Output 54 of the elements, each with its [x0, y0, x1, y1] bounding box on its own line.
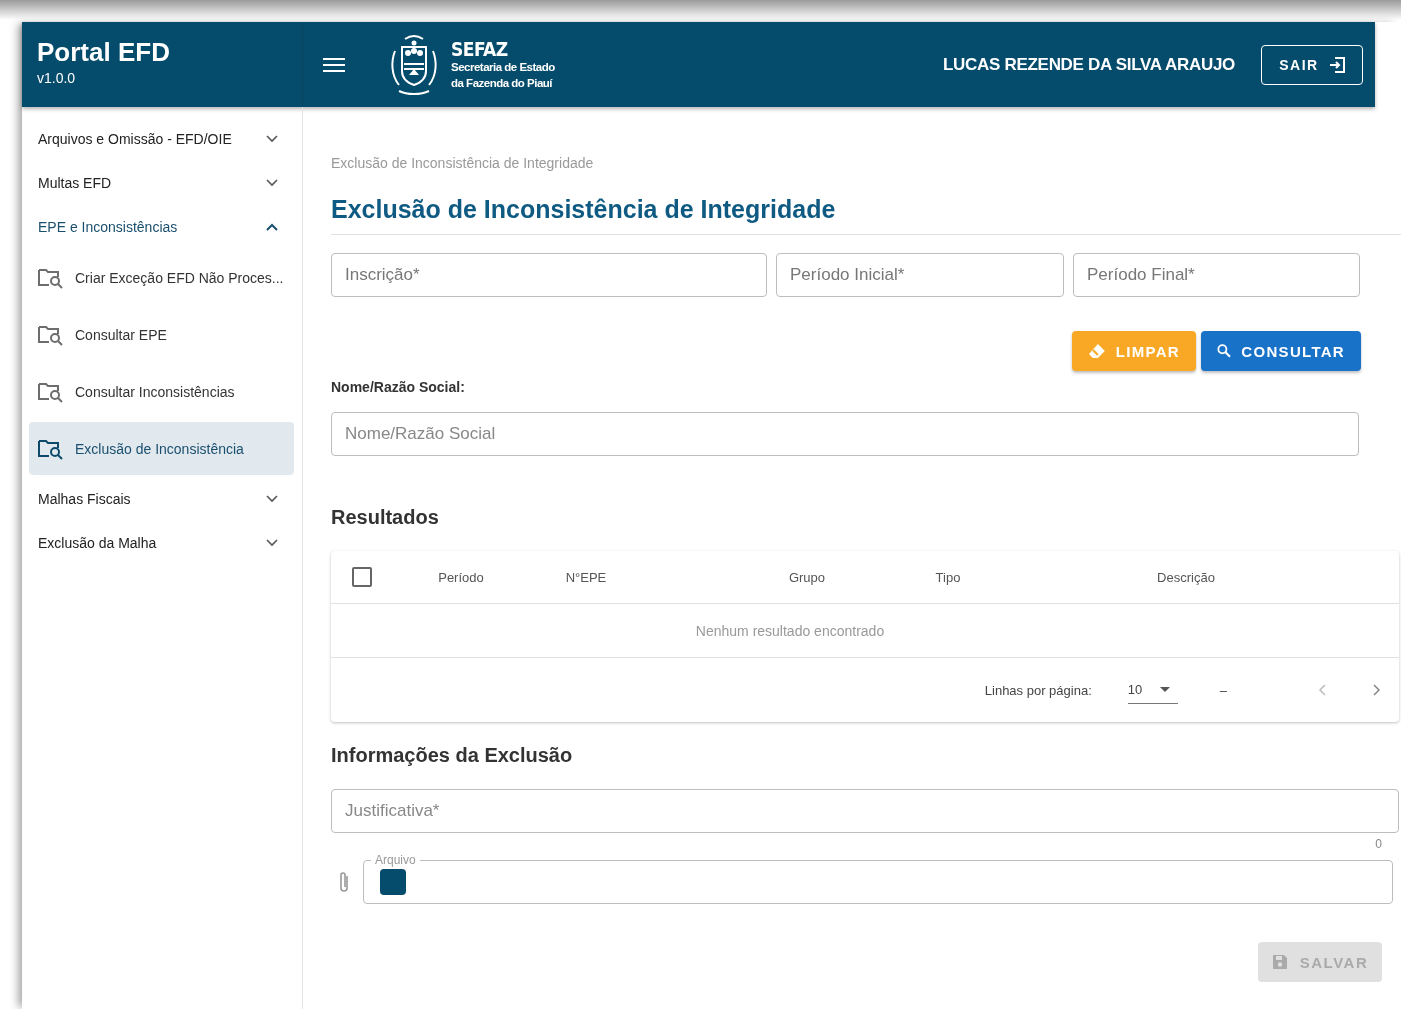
- app-title: Portal EFD: [37, 38, 171, 66]
- caret-down-icon: [1159, 686, 1170, 693]
- menu-item[interactable]: Consultar EPE: [29, 308, 294, 361]
- menu-item[interactable]: Criar Exceção EFD Não Proces...: [29, 251, 294, 304]
- chevron-up-icon: [266, 223, 278, 231]
- column-header[interactable]: Descrição: [1005, 569, 1367, 585]
- input-field[interactable]: Período Inicial*: [776, 253, 1064, 297]
- chevron-down-icon: [266, 539, 278, 547]
- menu-icon[interactable]: [323, 56, 345, 73]
- square-icon: [380, 869, 406, 895]
- logout-button[interactable]: SAIR: [1261, 44, 1363, 85]
- chevron-down-icon: [266, 495, 278, 503]
- name-field[interactable]: Nome/Razão Social: [331, 412, 1359, 456]
- paperclip-icon[interactable]: [337, 870, 351, 894]
- logo-subtitle: da Fazenda do Piauí: [451, 75, 554, 91]
- search-icon: [1217, 343, 1232, 359]
- exit-icon: [1328, 56, 1345, 73]
- logo-title: SEFAZ: [451, 38, 509, 59]
- input-field[interactable]: Inscrição*: [331, 253, 767, 297]
- folder-search-icon: [38, 437, 64, 460]
- folder-search-icon: [38, 380, 64, 403]
- field-label: Arquivo: [371, 853, 420, 867]
- user-name: LUCAS REZENDE DA SILVA ARAUJO: [943, 54, 1235, 75]
- column-header[interactable]: Grupo: [723, 569, 891, 585]
- menu-item[interactable]: Consultar Inconsistências: [29, 365, 294, 418]
- menu-group[interactable]: Multas EFD: [22, 161, 302, 205]
- page-range: –: [1219, 682, 1227, 698]
- select-all-checkbox[interactable]: [352, 567, 372, 587]
- menu-group[interactable]: Exclusão da Malha: [22, 521, 302, 565]
- logo-subtitle: Secretaria de Estado: [451, 59, 555, 75]
- column-header[interactable]: Período: [393, 569, 529, 585]
- rows-per-page-select[interactable]: 10: [1127, 676, 1178, 704]
- app-version: v1.0.0: [37, 70, 77, 86]
- folder-search-icon: [38, 266, 64, 289]
- field-label: Nome/Razão Social:: [331, 379, 466, 395]
- column-header[interactable]: Tipo: [891, 569, 1005, 585]
- input-field[interactable]: Período Final*: [1073, 253, 1360, 297]
- search-button[interactable]: CONSULTAR: [1201, 331, 1361, 371]
- menu-group[interactable]: EPE e Inconsistências: [22, 205, 302, 249]
- character-counter: 0: [1374, 837, 1382, 851]
- column-header[interactable]: N°EPE: [529, 569, 643, 585]
- section-title: Informações da Exclusão: [331, 744, 574, 767]
- menu-group[interactable]: Arquivos e Omissão - EFD/OIE: [22, 117, 302, 161]
- page-title: Exclusão de Inconsistência de Integridade: [331, 195, 837, 224]
- eraser-icon: [1088, 343, 1106, 359]
- empty-message: Nenhum resultado encontrado: [331, 604, 1399, 658]
- chevron-down-icon: [266, 135, 278, 143]
- chevron-down-icon: [266, 179, 278, 187]
- rows-per-page-label: Linhas por página:: [984, 682, 1092, 698]
- menu-item[interactable]: Exclusão de Inconsistência: [29, 422, 294, 475]
- section-title: Resultados: [331, 506, 440, 529]
- menu-group[interactable]: Malhas Fiscais: [22, 477, 302, 521]
- justification-field[interactable]: Justificativa*: [331, 789, 1399, 833]
- folder-search-icon: [38, 323, 64, 346]
